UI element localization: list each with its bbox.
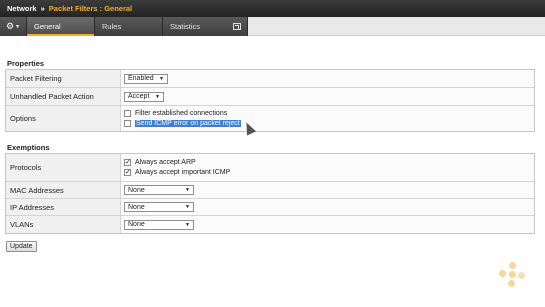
external-link-icon[interactable] bbox=[233, 23, 241, 30]
chevron-down-icon: ▼ bbox=[155, 93, 160, 100]
table-row: Packet Filtering Enabled ▼ bbox=[6, 70, 534, 88]
ip-addresses-cell: None ▼ bbox=[121, 199, 534, 215]
tab-statistics[interactable]: Statistics bbox=[163, 17, 248, 36]
vlans-select[interactable]: None ▼ bbox=[124, 219, 194, 230]
tab-strip: ⚙ ▼ General Rules Statistics bbox=[0, 17, 248, 36]
gear-icon: ⚙ bbox=[5, 21, 15, 31]
select-value: Accept bbox=[128, 93, 150, 100]
exemptions-table: Protocols ✓ Always accept ARP ✓ Always a… bbox=[5, 153, 535, 234]
logo-icon bbox=[497, 262, 527, 288]
breadcrumb-separator: » bbox=[40, 4, 45, 13]
table-row: VLANs None ▼ bbox=[6, 216, 534, 233]
chevron-down-icon: ▼ bbox=[15, 23, 21, 30]
accept-arp-text: Always accept ARP bbox=[135, 159, 196, 166]
accept-arp-checkbox[interactable]: ✓ bbox=[124, 159, 131, 166]
breadcrumb: Network » Packet Filters : General bbox=[0, 0, 545, 17]
tab-label: Rules bbox=[102, 22, 122, 31]
table-row: MAC Addresses None ▼ bbox=[6, 182, 534, 199]
table-row: Protocols ✓ Always accept ARP ✓ Always a… bbox=[6, 154, 534, 182]
select-value: None bbox=[128, 186, 145, 194]
select-value: None bbox=[128, 221, 145, 228]
mac-addresses-cell: None ▼ bbox=[121, 182, 534, 198]
packet-filtering-cell: Enabled ▼ bbox=[121, 70, 534, 87]
filter-established-option[interactable]: Filter established connections bbox=[124, 109, 534, 119]
protocols-label: Protocols bbox=[6, 154, 121, 181]
properties-table: Packet Filtering Enabled ▼ Unhandled Pac… bbox=[5, 69, 535, 132]
accept-arp-option[interactable]: ✓ Always accept ARP bbox=[124, 158, 534, 168]
page: Network » Packet Filters : General ⚙ ▼ Ge… bbox=[0, 0, 545, 307]
ip-addresses-label: IP Addresses bbox=[6, 199, 121, 215]
send-icmp-checkbox[interactable] bbox=[124, 120, 131, 127]
unhandled-action-cell: Accept ▼ bbox=[121, 88, 534, 105]
section-title-exemptions: Exemptions bbox=[7, 143, 50, 152]
tab-label: Statistics bbox=[170, 22, 201, 31]
tab-bar: ⚙ ▼ General Rules Statistics bbox=[0, 17, 545, 36]
select-value: Enabled bbox=[128, 75, 154, 82]
chevron-down-icon: ▼ bbox=[185, 221, 190, 228]
section-title-properties: Properties bbox=[7, 59, 45, 68]
packet-filtering-select[interactable]: Enabled ▼ bbox=[124, 73, 168, 84]
vlans-label: VLANs bbox=[6, 216, 121, 233]
unhandled-action-label: Unhandled Packet Action bbox=[6, 88, 121, 105]
table-row: Unhandled Packet Action Accept ▼ bbox=[6, 88, 534, 106]
tab-general[interactable]: General bbox=[27, 17, 95, 36]
tab-label: General bbox=[34, 22, 61, 31]
packet-filtering-label: Packet Filtering bbox=[6, 70, 121, 87]
options-label: Options bbox=[6, 106, 121, 131]
accept-icmp-option[interactable]: ✓ Always accept important ICMP bbox=[124, 168, 534, 178]
accept-icmp-text: Always accept important ICMP bbox=[135, 169, 231, 176]
unhandled-action-select[interactable]: Accept ▼ bbox=[124, 91, 164, 102]
vlans-cell: None ▼ bbox=[121, 216, 534, 233]
gear-menu-button[interactable]: ⚙ ▼ bbox=[0, 17, 27, 36]
filter-established-checkbox[interactable] bbox=[124, 110, 131, 117]
chevron-down-icon: ▼ bbox=[185, 187, 190, 193]
breadcrumb-current: Packet Filters : General bbox=[48, 4, 133, 13]
breadcrumb-network[interactable]: Network bbox=[7, 4, 37, 13]
table-row: Options Filter established connections S… bbox=[6, 106, 534, 131]
options-cell: Filter established connections Send ICMP… bbox=[121, 106, 534, 131]
send-icmp-text: Send ICMP error on packet reject bbox=[135, 120, 241, 127]
mac-addresses-label: MAC Addresses bbox=[6, 182, 121, 198]
tab-rules[interactable]: Rules bbox=[95, 17, 163, 36]
chevron-down-icon: ▼ bbox=[159, 75, 164, 82]
ip-addresses-select[interactable]: None ▼ bbox=[124, 202, 194, 212]
select-value: None bbox=[128, 203, 145, 211]
table-row: IP Addresses None ▼ bbox=[6, 199, 534, 216]
protocols-cell: ✓ Always accept ARP ✓ Always accept impo… bbox=[121, 154, 534, 181]
mac-addresses-select[interactable]: None ▼ bbox=[124, 185, 194, 195]
chevron-down-icon: ▼ bbox=[185, 204, 190, 210]
filter-established-text: Filter established connections bbox=[135, 110, 228, 117]
update-button[interactable]: Update bbox=[6, 241, 37, 252]
send-icmp-option[interactable]: Send ICMP error on packet reject bbox=[124, 119, 534, 129]
accept-icmp-checkbox[interactable]: ✓ bbox=[124, 169, 131, 176]
